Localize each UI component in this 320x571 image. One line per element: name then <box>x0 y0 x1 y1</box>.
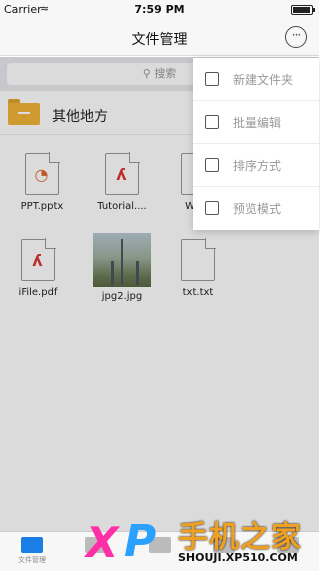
navigation-bar: 文件管理 ··· <box>0 20 319 56</box>
page-title: 文件管理 <box>131 32 188 48</box>
menu-item-preview-mode[interactable]: 预览模式 <box>193 187 319 230</box>
battery-icon <box>291 5 315 15</box>
tab-file-manager[interactable]: 文件管理 <box>2 537 62 565</box>
menu-item-batch-edit[interactable]: 批量编辑 <box>193 101 319 144</box>
menu-item-label: 新建文件夹 <box>233 73 294 87</box>
watermark-logo: X P 手机之家 SHOUJI.XP510.COM <box>86 508 319 571</box>
clock: 7:59 PM <box>134 3 185 16</box>
sort-icon <box>205 158 219 172</box>
watermark-brand: 手机之家 <box>178 520 302 555</box>
preview-icon <box>205 201 219 215</box>
menu-item-label: 批量编辑 <box>233 116 282 130</box>
menu-item-sort[interactable]: 排序方式 <box>193 144 319 187</box>
folder-icon <box>21 537 43 553</box>
new-folder-icon <box>205 72 219 86</box>
more-icon[interactable]: ··· <box>285 26 307 48</box>
watermark-url: SHOUJI.XP510.COM <box>178 551 298 564</box>
menu-item-label: 预览模式 <box>233 202 282 216</box>
edit-icon <box>205 115 219 129</box>
menu-item-new-folder[interactable]: 新建文件夹 <box>193 58 319 101</box>
more-menu: 新建文件夹 批量编辑 排序方式 预览模式 <box>193 58 319 230</box>
watermark-x: X <box>86 518 119 567</box>
tab-label: 文件管理 <box>18 556 46 564</box>
status-bar: Carrier ≈ 7:59 PM <box>0 0 319 20</box>
watermark-p: P <box>124 516 157 567</box>
menu-item-label: 排序方式 <box>233 159 282 173</box>
